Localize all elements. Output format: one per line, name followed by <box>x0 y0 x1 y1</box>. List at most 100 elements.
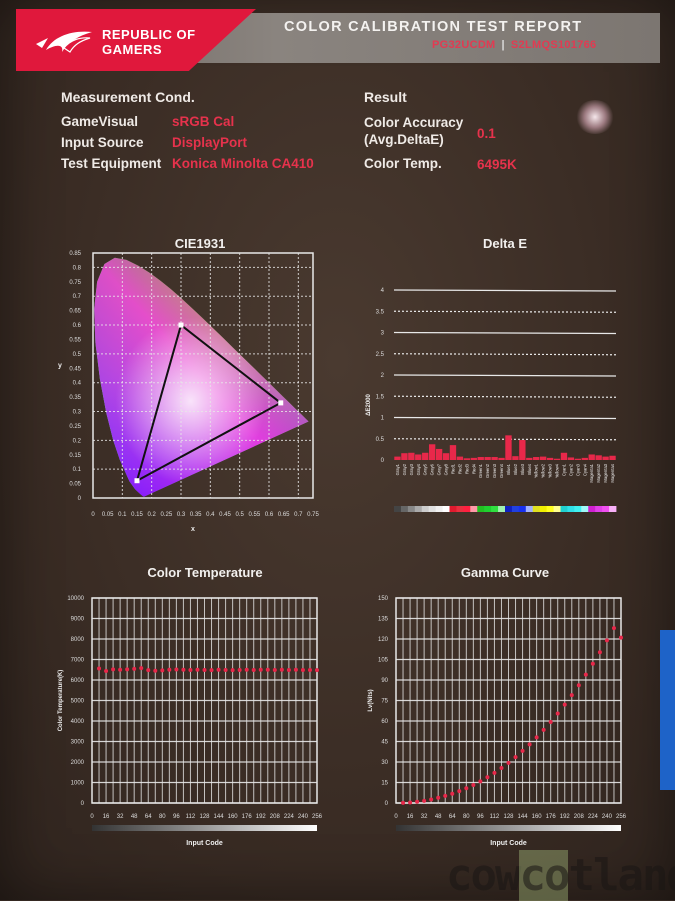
x-tick-label: 0.25 <box>160 512 172 518</box>
color-swatch <box>449 506 457 512</box>
data-point <box>146 668 151 673</box>
data-point <box>272 667 277 672</box>
y-tick-label: 0 <box>381 458 385 464</box>
y-tick-label: 0.75 <box>69 280 81 286</box>
y-tick-label: 0.05 <box>69 482 81 488</box>
deltae-chart-title: Delta E <box>482 236 528 251</box>
test-equipment-label: Test Equipment <box>61 156 162 171</box>
color-swatch <box>511 506 520 512</box>
report-subtitle: PG32UCDM | S2LMQS101766 <box>432 39 596 51</box>
data-point <box>237 667 242 672</box>
color-swatch <box>539 506 548 512</box>
camera-glare <box>575 100 615 134</box>
bar-yellow2 <box>539 456 547 460</box>
grid-line <box>393 374 617 377</box>
x-tick-label: Blue1 <box>506 463 511 474</box>
rog-eye-logo-icon <box>36 31 92 53</box>
data-point <box>443 793 448 798</box>
x-tick-label: Red3 <box>464 463 469 474</box>
y-tick-label: 1.5 <box>376 394 385 400</box>
x-tick-label: Magenta1 <box>589 463 594 482</box>
y-tick-label: 120 <box>378 637 389 643</box>
x-tick-label: 0.05 <box>102 512 114 518</box>
y-tick-label: 0.5 <box>73 352 82 358</box>
data-point <box>457 789 462 794</box>
grid-line <box>393 438 617 441</box>
color-swatch <box>400 506 409 512</box>
color-swatch <box>595 506 603 512</box>
data-point <box>118 667 123 672</box>
y-tick-label: 105 <box>378 658 389 664</box>
data-point <box>506 760 511 765</box>
data-point <box>174 667 179 672</box>
data-point <box>230 668 235 673</box>
data-point <box>279 667 284 672</box>
color-swatch <box>505 506 513 512</box>
bar-gray5 <box>422 452 429 460</box>
color-swatch <box>567 506 575 512</box>
x-tick-label: Yellow2 <box>541 463 546 478</box>
grid-line <box>393 416 617 420</box>
y-tick-label: 0.65 <box>69 309 81 315</box>
bar-gray8 <box>442 453 450 460</box>
data-point <box>422 798 427 803</box>
x-tick-label: 32 <box>117 814 124 820</box>
x-tick-label: 176 <box>546 814 557 820</box>
data-point <box>562 702 567 707</box>
data-point <box>429 797 434 802</box>
x-axis-label: x <box>191 526 195 533</box>
bar-gray4 <box>415 454 422 460</box>
x-tick-label: 256 <box>312 814 323 820</box>
colortemp-chart-title: Color Temperature <box>147 565 263 580</box>
measurement-heading: Measurement Cond. <box>61 89 195 105</box>
color-swatch <box>525 506 534 512</box>
data-point <box>181 667 186 672</box>
data-point <box>195 667 200 672</box>
bar-green3 <box>491 457 498 460</box>
x-axis-label: Input Code <box>186 840 223 847</box>
x-tick-label: 0 <box>90 814 94 820</box>
y-tick-label: 3 <box>381 331 385 337</box>
x-tick-label: Yellow3 <box>548 463 553 478</box>
y-tick-label: 2 <box>381 373 385 379</box>
grayscale-ramp <box>396 825 621 831</box>
x-tick-label: Magenta2 <box>596 463 601 482</box>
data-point <box>315 668 319 673</box>
x-tick-label: 160 <box>228 814 239 820</box>
x-tick-label: 32 <box>421 814 428 820</box>
color-swatch <box>394 506 402 512</box>
color-accuracy-value: 0.1 <box>477 126 496 141</box>
data-point <box>471 782 476 787</box>
data-point <box>436 795 441 800</box>
x-tick-label: 96 <box>173 814 180 820</box>
brand-name: REPUBLIC OF GAMERS <box>102 27 196 57</box>
color-swatch <box>428 506 437 512</box>
y-tick-label: 0 <box>385 801 389 807</box>
y-tick-label: 135 <box>378 617 389 623</box>
data-point <box>541 727 546 732</box>
color-swatch <box>484 506 492 512</box>
y-tick-label: 0.35 <box>69 395 81 401</box>
data-point <box>265 667 270 672</box>
data-point <box>569 693 574 698</box>
y-tick-label: 3000 <box>71 740 85 746</box>
grid-line <box>393 353 617 356</box>
gamevisual-value: sRGB Cal <box>172 114 235 129</box>
model-number: PG32UCDM <box>432 39 496 51</box>
primary-point-red <box>278 400 284 406</box>
x-tick-label: 96 <box>477 814 484 820</box>
bar-green2 <box>484 457 491 460</box>
y-tick-label: 60 <box>381 719 388 725</box>
x-tick-label: Gray6 <box>430 463 435 475</box>
data-point <box>209 668 214 673</box>
x-tick-label: 0.6 <box>265 512 274 518</box>
bar-yellow3 <box>546 457 554 460</box>
color-accuracy-label: Color Accuracy <box>364 115 464 130</box>
x-tick-label: Cyan2 <box>568 463 573 476</box>
color-swatch <box>407 506 416 512</box>
grid-line <box>393 395 617 398</box>
bar-green4 <box>498 457 505 460</box>
colortemp-chart: 0 1000 2000 3000 4000 5000 6000 7000 8000 9000 100… <box>58 596 323 847</box>
y-tick-label: 1 <box>381 416 385 422</box>
color-swatch <box>435 506 443 512</box>
